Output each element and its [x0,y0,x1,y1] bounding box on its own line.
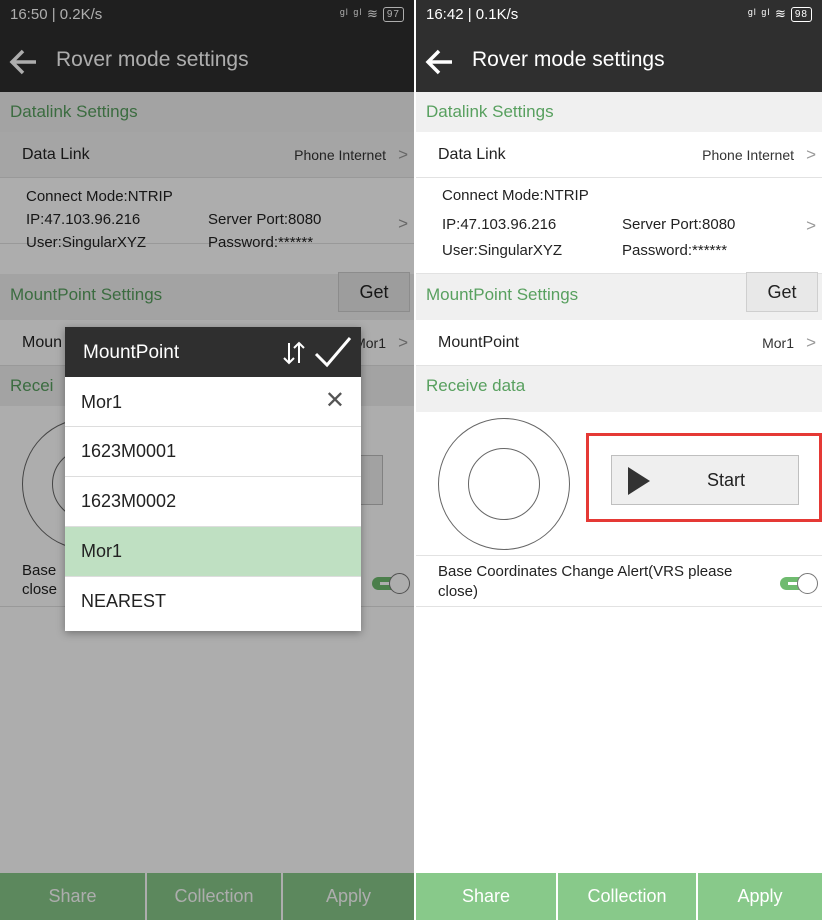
user-name: User:SingularXYZ [442,242,563,259]
signal-icon: ᵍˡ ᵍˡ ≋ [747,6,787,21]
server-port: Server Port:8080 [622,216,736,233]
alert-label-line1: Base Coordinates Change Alert(VRS please [438,563,733,580]
mountpoint-label: MountPoint [438,334,519,351]
chevron-right-icon: > [806,216,816,235]
dialog-title: MountPoint [83,342,180,363]
mountpoint-value: Mor1 [762,335,794,351]
back-arrow-icon[interactable] [422,44,458,80]
mountpoint-option[interactable]: 1623M0002 [65,477,361,527]
left-screen: 16:50 | 0.2K/s ᵍˡ ᵍˡ ≋ 97 Rover mode sett… [0,0,414,920]
status-bar: 16:42 | 0.1K/s ᵍˡ ᵍˡ ≋ 98 [416,0,822,30]
alert-toggle[interactable] [780,572,818,594]
receive-data-header: Receive data [416,366,822,412]
mountpoint-option[interactable]: 1623M0001 [65,427,361,477]
app-bar: Rover mode settings [416,30,822,92]
chevron-right-icon: > [806,145,816,164]
mountpoint-row[interactable]: MountPoint Mor1 > [416,320,822,366]
mountpoint-search-input[interactable] [81,387,301,417]
right-screen: 16:42 | 0.1K/s ᵍˡ ᵍˡ ≋ 98 Rover mode sett… [416,0,822,920]
base-alert-row: Base Coordinates Change Alert(VRS please… [416,555,822,607]
battery-icon: 98 [790,7,812,22]
apply-button[interactable]: Apply [698,873,822,920]
ip-address: IP:47.103.96.216 [442,216,557,233]
dialog-search: ✕ [65,377,361,427]
signal-dial-inner [468,448,540,520]
datalink-settings-header: Datalink Settings [416,92,822,132]
data-link-row[interactable]: Data Link Phone Internet > [416,132,822,178]
share-button[interactable]: Share [416,873,556,920]
mountpoint-dialog: MountPoint ✕ 1623M0001 1623M0002 Mor1 NE… [65,327,361,631]
data-link-label: Data Link [438,146,506,163]
sort-icon[interactable] [281,340,307,366]
clear-icon[interactable]: ✕ [325,389,345,413]
password: Password:****** [622,242,728,259]
check-icon[interactable] [313,335,353,369]
highlight-box [586,433,822,522]
data-link-value: Phone Internet [702,147,794,163]
signal-dial [438,418,570,550]
connect-mode: Connect Mode:NTRIP [442,187,589,204]
status-icons: ᵍˡ ᵍˡ ≋ 98 [748,6,812,22]
mountpoint-option[interactable]: NEAREST [65,577,361,631]
page-title: Rover mode settings [472,48,665,71]
get-button[interactable]: Get [746,272,818,312]
chevron-right-icon: > [806,333,816,352]
status-time: 16:42 | 0.1K/s [426,6,519,23]
bottom-bar: Share Collection Apply [416,873,822,920]
mountpoint-option-selected[interactable]: Mor1 [65,527,361,577]
dialog-header: MountPoint [65,327,361,377]
connection-info-row[interactable]: Connect Mode:NTRIP IP:47.103.96.216 Serv… [416,178,822,274]
collection-button[interactable]: Collection [558,873,696,920]
toggle-knob [797,573,818,594]
alert-label-line2: close) [438,583,479,600]
